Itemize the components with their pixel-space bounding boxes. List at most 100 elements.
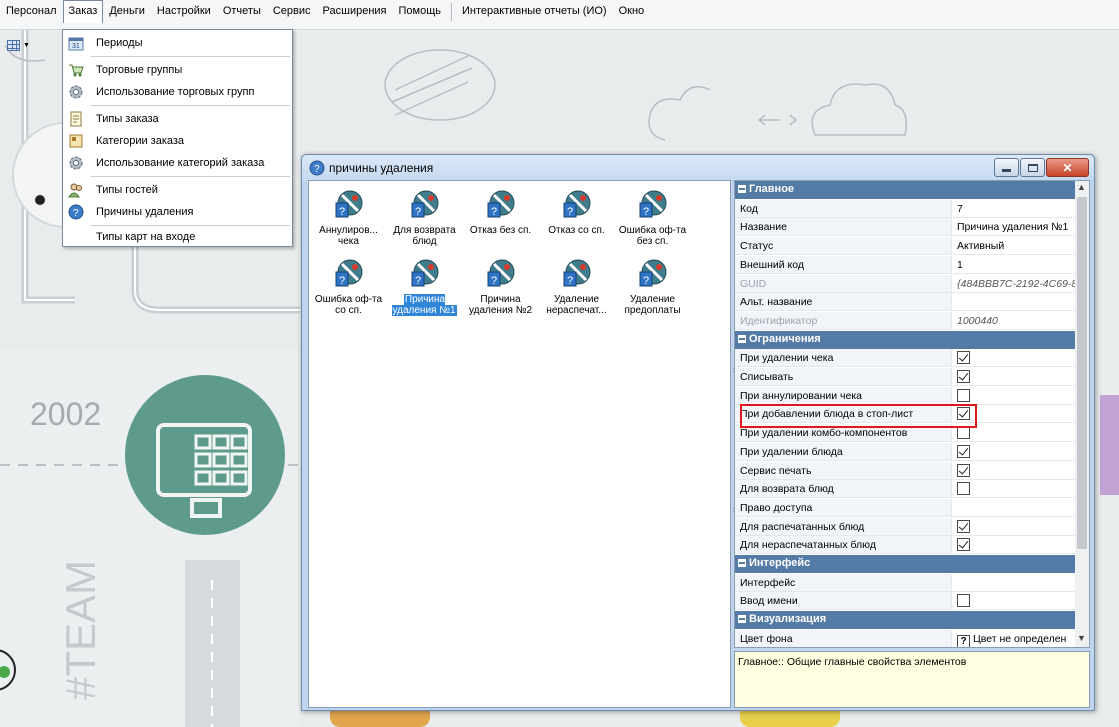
property-name: Статус	[740, 240, 774, 253]
reasons-icon-view[interactable]: ? Аннулиров... чека? Для возврата блюд? Отк…	[308, 180, 731, 708]
menu-settings[interactable]: Настройки	[151, 0, 217, 22]
delete-reason-icon: ?	[335, 259, 362, 287]
reason-item[interactable]: ? Отказ со сп.	[539, 189, 614, 236]
property-value[interactable]	[953, 293, 1075, 312]
property-row[interactable]: Списывать	[735, 368, 1075, 386]
property-row[interactable]: При удалении чека	[735, 349, 1075, 368]
property-value[interactable]: 1	[953, 256, 1075, 274]
property-checkbox[interactable]	[957, 426, 970, 440]
property-name: Идентификатор	[740, 314, 818, 327]
property-checkbox[interactable]	[957, 351, 970, 365]
maximize-button[interactable]	[1020, 158, 1045, 177]
reason-item[interactable]: ? Отказ без сп.	[463, 189, 538, 236]
menu-service[interactable]: Сервис	[267, 0, 317, 22]
property-row[interactable]: При аннулировании чека	[735, 386, 1075, 405]
property-name: Списывать	[740, 371, 794, 383]
property-row[interactable]: Идентификатор 1000440	[735, 311, 1075, 330]
property-value[interactable]: {484BBB7C-2192-4C69-8	[953, 275, 1075, 293]
property-name: Для распечатанных блюд	[740, 520, 865, 533]
menu-item-order-types[interactable]: Типы заказа	[63, 108, 292, 130]
property-value[interactable]: Причина удаления №1	[953, 218, 1075, 237]
collapse-icon[interactable]	[738, 185, 746, 193]
collapse-icon[interactable]	[738, 334, 746, 343]
property-row[interactable]: Для нераспечатанных блюд	[735, 536, 1075, 555]
property-value[interactable]: Активный	[953, 237, 1075, 256]
property-row[interactable]: Статус Активный	[735, 237, 1075, 256]
reason-item[interactable]: ? Ошибка оф-та со сп.	[311, 258, 386, 316]
delete-reason-icon: ?	[639, 259, 666, 287]
property-category[interactable]: Визуализация	[735, 611, 1075, 630]
menu-reports[interactable]: Отчеты	[217, 0, 267, 22]
reason-item[interactable]: ? Причина удаления №2	[463, 258, 538, 316]
scroll-thumb[interactable]	[1077, 197, 1087, 549]
minimize-button[interactable]	[994, 158, 1019, 177]
scroll-up-icon[interactable]: ▲	[1077, 182, 1086, 192]
property-row[interactable]: Ввод имени	[735, 592, 1075, 611]
property-category[interactable]: Главное	[735, 181, 1075, 199]
menu-order[interactable]: Заказ	[62, 0, 104, 23]
menu-item-order-categories-usage[interactable]: Использование категорий заказа	[63, 152, 292, 174]
menu-item-entry-card-types[interactable]: Типы карт на входе	[63, 226, 292, 248]
menu-item-periods[interactable]: 31 Периоды	[63, 32, 292, 54]
menu-item-guest-types[interactable]: Типы гостей	[63, 179, 292, 201]
menu-interactive-reports[interactable]: Интерактивные отчеты (ИО)	[456, 0, 613, 22]
property-checkbox[interactable]	[957, 482, 970, 496]
property-row[interactable]: Внешний код 1	[735, 255, 1075, 274]
property-checkbox[interactable]	[957, 463, 970, 477]
calendar-icon: 31	[68, 37, 84, 51]
property-value[interactable]	[953, 574, 1075, 592]
reason-item[interactable]: ? Причина удаления №1	[387, 258, 462, 316]
property-row[interactable]: Код 7	[735, 199, 1075, 218]
property-row[interactable]: При удалении блюда	[735, 442, 1075, 461]
delete-reason-icon: ?	[563, 259, 590, 287]
property-row[interactable]: Цвет фона ? Цвет не определен	[735, 629, 1075, 647]
property-name: При удалении блюда	[740, 445, 843, 458]
menu-item-trade-groups-usage[interactable]: Использование торговых групп	[63, 81, 292, 103]
menu-item-deletion-reasons[interactable]: ? Причины удаления	[63, 201, 292, 223]
menu-item-order-categories[interactable]: Категории заказа	[63, 130, 292, 152]
window-titlebar[interactable]: ? причины удаления ✕	[302, 155, 1094, 180]
menu-divider	[91, 176, 290, 177]
menu-help[interactable]: Помощь	[393, 0, 448, 22]
property-category[interactable]: Ограничения	[735, 330, 1075, 349]
scroll-down-icon[interactable]: ▼	[1077, 633, 1086, 643]
property-row[interactable]: Интерфейс	[735, 573, 1075, 592]
property-row[interactable]: Для возврата блюд	[735, 480, 1075, 499]
menu-window[interactable]: Окно	[613, 0, 651, 22]
menu-extensions[interactable]: Расширения	[317, 0, 393, 22]
reason-item[interactable]: ? Удаление нераспечат...	[539, 258, 614, 316]
property-value[interactable]: 7	[953, 200, 1075, 218]
property-category[interactable]: Интерфейс	[735, 555, 1075, 573]
property-checkbox[interactable]	[957, 519, 970, 533]
property-row[interactable]: Для распечатанных блюд	[735, 517, 1075, 536]
property-checkbox[interactable]	[957, 444, 970, 458]
reason-item[interactable]: ? Аннулиров... чека	[311, 189, 386, 247]
property-checkbox[interactable]	[957, 370, 970, 383]
collapse-icon[interactable]	[738, 615, 746, 624]
reason-item[interactable]: ? Ошибка оф-та без сп.	[615, 189, 690, 247]
menu-item-trade-groups[interactable]: Торговые группы	[63, 59, 292, 81]
property-value[interactable]: 1000440	[953, 312, 1075, 330]
property-checkbox[interactable]	[957, 538, 970, 552]
property-checkbox[interactable]	[957, 594, 970, 608]
view-toggle-button[interactable]: ▼	[4, 36, 34, 54]
property-checkbox[interactable]	[957, 388, 970, 402]
property-name: Альт. название	[740, 296, 813, 309]
property-row[interactable]: Сервис печать	[735, 461, 1075, 480]
window-title: причины удаления	[329, 161, 434, 175]
property-row[interactable]: GUID {484BBB7C-2192-4C69-8	[735, 274, 1075, 293]
color-picker-icon[interactable]: ?	[957, 634, 970, 647]
property-value[interactable]: ? Цвет не определен	[953, 630, 1075, 647]
property-row[interactable]: Название Причина удаления №1	[735, 218, 1075, 237]
reason-item[interactable]: ? Удаление предоплаты	[615, 258, 690, 316]
property-grid-scrollbar[interactable]: ▲ ▼	[1075, 181, 1089, 647]
close-button[interactable]: ✕	[1046, 158, 1089, 177]
property-row[interactable]: Право доступа	[735, 498, 1075, 517]
property-row[interactable]: Альт. название	[735, 293, 1075, 312]
property-value[interactable]	[953, 499, 1075, 517]
collapse-icon[interactable]	[738, 559, 746, 567]
gear-icon	[69, 85, 83, 99]
menu-personnel[interactable]: Персонал	[0, 0, 63, 22]
reason-item[interactable]: ? Для возврата блюд	[387, 189, 462, 247]
menu-money[interactable]: Деньги	[103, 0, 151, 22]
